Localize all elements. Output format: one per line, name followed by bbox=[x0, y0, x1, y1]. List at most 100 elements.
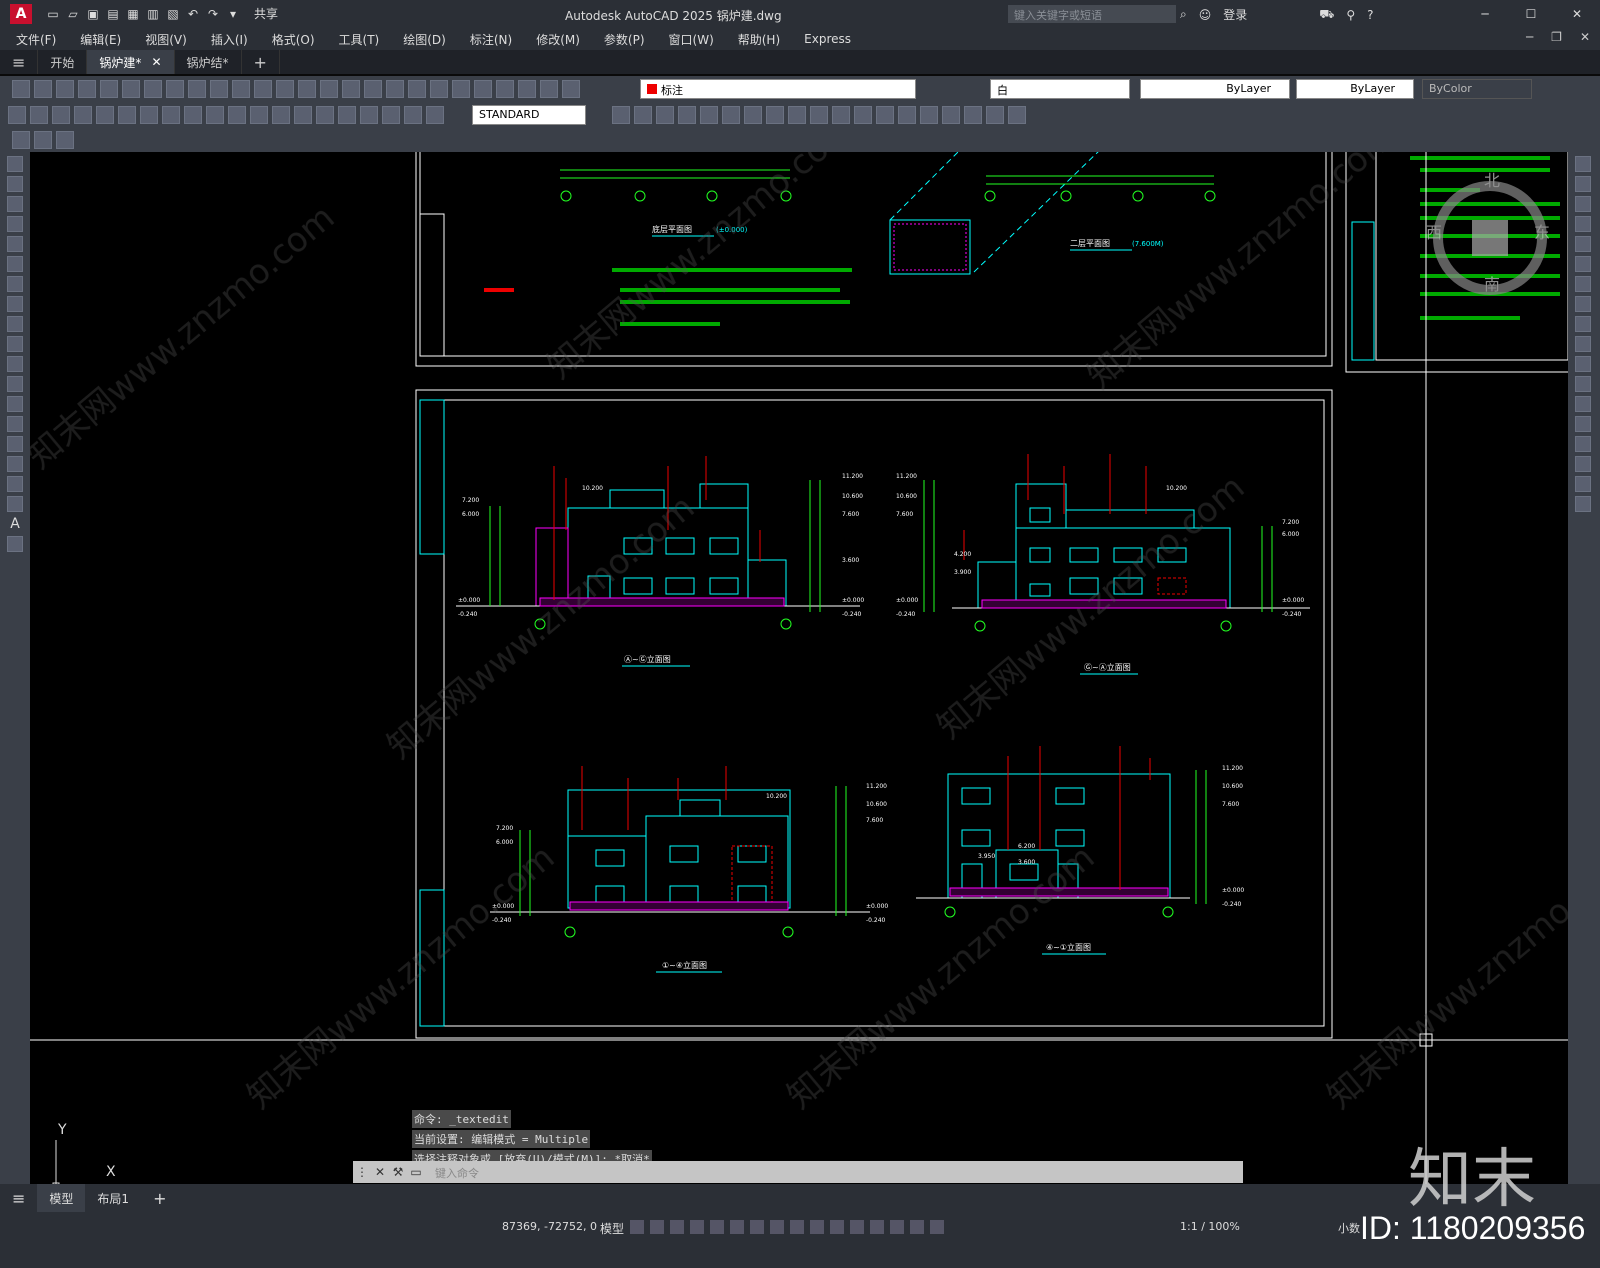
scale-icon[interactable] bbox=[766, 106, 784, 124]
hatch-icon[interactable] bbox=[7, 436, 23, 452]
doc-minimize-icon[interactable]: ─ bbox=[1526, 30, 1533, 44]
hamburger-menu-icon[interactable]: ≡ bbox=[0, 50, 39, 74]
zoom-prev-icon[interactable] bbox=[386, 80, 404, 98]
paste-icon[interactable] bbox=[210, 80, 228, 98]
inspect-icon[interactable] bbox=[338, 106, 356, 124]
doc-close-icon[interactable]: ✕ bbox=[1580, 30, 1590, 44]
revcloud-icon[interactable] bbox=[7, 296, 23, 312]
minimize-icon[interactable]: ─ bbox=[1462, 0, 1508, 28]
copy-icon[interactable] bbox=[188, 80, 206, 98]
extend-r-icon[interactable] bbox=[1575, 356, 1591, 372]
markup-icon[interactable] bbox=[496, 80, 514, 98]
menu-file[interactable]: 文件(F) bbox=[16, 31, 56, 48]
design-center-icon[interactable] bbox=[430, 80, 448, 98]
circle-icon[interactable] bbox=[7, 276, 23, 292]
tool-palette-icon[interactable] bbox=[452, 80, 470, 98]
menu-dimension[interactable]: 标注(N) bbox=[470, 31, 512, 48]
group-icon[interactable] bbox=[986, 106, 1004, 124]
search-icon[interactable]: ⌕ bbox=[1180, 7, 1187, 22]
insert-block-icon[interactable] bbox=[7, 376, 23, 392]
trim-icon[interactable] bbox=[810, 106, 828, 124]
annotation-scale-icon[interactable] bbox=[930, 1220, 944, 1234]
redo-icon[interactable]: ↷ bbox=[206, 7, 220, 21]
doc-restore-icon[interactable]: ❐ bbox=[1551, 30, 1562, 44]
explode-r-icon[interactable] bbox=[1575, 496, 1591, 512]
menu-modify[interactable]: 修改(M) bbox=[536, 31, 580, 48]
menu-format[interactable]: 格式(O) bbox=[272, 31, 315, 48]
plotstyle-dropdown[interactable]: ByColor bbox=[1422, 79, 1532, 99]
block-icon[interactable] bbox=[254, 80, 272, 98]
compass-north[interactable]: 北 bbox=[1484, 171, 1500, 190]
copy-obj-icon[interactable] bbox=[634, 106, 652, 124]
plot-icon[interactable]: ▧ bbox=[166, 7, 180, 21]
plot-icon[interactable] bbox=[78, 80, 96, 98]
close-cmd-icon[interactable]: ✕ bbox=[371, 1165, 389, 1179]
auto-scale-icon[interactable] bbox=[910, 1220, 924, 1234]
erase-r-icon[interactable] bbox=[1575, 156, 1591, 172]
mirror-r-icon[interactable] bbox=[1575, 196, 1591, 212]
spline-icon[interactable] bbox=[7, 316, 23, 332]
maximize-icon[interactable]: ☐ bbox=[1508, 0, 1554, 28]
osnap-icon[interactable] bbox=[710, 1220, 724, 1234]
layer-walk-icon[interactable] bbox=[56, 131, 74, 149]
share-button[interactable]: 共享 bbox=[254, 7, 278, 21]
web-save-icon[interactable]: ▦ bbox=[126, 7, 140, 21]
tolerance-icon[interactable] bbox=[294, 106, 312, 124]
help-icon[interactable] bbox=[540, 80, 558, 98]
copy-r-icon[interactable] bbox=[1575, 176, 1591, 192]
match-icon[interactable] bbox=[232, 80, 250, 98]
tab-boiler-arch[interactable]: 锅炉建* ✕ bbox=[87, 50, 175, 74]
rotate-r-icon[interactable] bbox=[1575, 276, 1591, 292]
command-prompt-icon[interactable]: ▭ bbox=[407, 1165, 425, 1179]
otrack-icon[interactable] bbox=[730, 1220, 744, 1234]
line-icon[interactable] bbox=[7, 156, 23, 172]
chamfer-icon[interactable] bbox=[898, 106, 916, 124]
sheet-set-icon[interactable] bbox=[474, 80, 492, 98]
gradient-icon[interactable] bbox=[7, 456, 23, 472]
annotation-visibility-icon[interactable] bbox=[890, 1220, 904, 1234]
new-icon[interactable] bbox=[12, 80, 30, 98]
close-icon[interactable]: ✕ bbox=[1554, 0, 1600, 28]
dim-jogged-icon[interactable] bbox=[118, 106, 136, 124]
blend-r-icon[interactable] bbox=[1575, 476, 1591, 492]
compass-south[interactable]: 南 bbox=[1484, 275, 1500, 294]
preview-icon[interactable] bbox=[100, 80, 118, 98]
extend-icon[interactable] bbox=[832, 106, 850, 124]
dim-diameter-icon[interactable] bbox=[140, 106, 158, 124]
menu-help[interactable]: 帮助(H) bbox=[738, 31, 780, 48]
tab-boiler-struct[interactable]: 锅炉结* bbox=[175, 50, 242, 74]
dim-baseline-icon[interactable] bbox=[206, 106, 224, 124]
layer-dropdown[interactable]: 标注 bbox=[640, 79, 916, 99]
move-r-icon[interactable] bbox=[1575, 256, 1591, 272]
mtext-icon[interactable]: A bbox=[7, 516, 23, 532]
scale-r-icon[interactable] bbox=[1575, 296, 1591, 312]
ellipse-icon[interactable] bbox=[7, 336, 23, 352]
drawing-canvas[interactable]: 底层平面图 (±0.000) 二层平面图 (7.600M) 北 东 西 南 Ⓐ~… bbox=[20, 107, 1600, 1190]
model-space-button[interactable]: 模型 bbox=[600, 1220, 624, 1237]
array-r-icon[interactable] bbox=[1575, 236, 1591, 252]
trim-r-icon[interactable] bbox=[1575, 336, 1591, 352]
redo-icon[interactable] bbox=[298, 80, 316, 98]
share-icon[interactable]: ⚲ bbox=[1346, 8, 1355, 22]
dim-angular-icon[interactable] bbox=[162, 106, 180, 124]
selection-filter-icon[interactable] bbox=[850, 1220, 864, 1234]
dim-continue-icon[interactable] bbox=[228, 106, 246, 124]
color-dropdown[interactable]: 白 bbox=[990, 79, 1130, 99]
compass-west[interactable]: 西 bbox=[1426, 223, 1442, 242]
tab-layout1[interactable]: 布局1 bbox=[85, 1190, 141, 1207]
xline-icon[interactable] bbox=[7, 176, 23, 192]
app-logo-icon[interactable]: A bbox=[10, 4, 32, 24]
compass-east[interactable]: 东 bbox=[1534, 223, 1550, 242]
undo-icon[interactable] bbox=[276, 80, 294, 98]
grid-icon[interactable] bbox=[630, 1220, 644, 1234]
dim-space-icon[interactable] bbox=[250, 106, 268, 124]
dim-radius-icon[interactable] bbox=[96, 106, 114, 124]
pdf-icon[interactable] bbox=[144, 80, 162, 98]
center-mark-icon[interactable] bbox=[316, 106, 334, 124]
save-as-icon[interactable]: ▤ bbox=[106, 7, 120, 21]
mobile-save-icon[interactable]: ▥ bbox=[146, 7, 160, 21]
menu-window[interactable]: 窗口(W) bbox=[669, 31, 714, 48]
customize-dropdown-icon[interactable]: ▾ bbox=[226, 7, 240, 21]
fillet-r-icon[interactable] bbox=[1575, 456, 1591, 472]
dim-ordinate-icon[interactable] bbox=[74, 106, 92, 124]
